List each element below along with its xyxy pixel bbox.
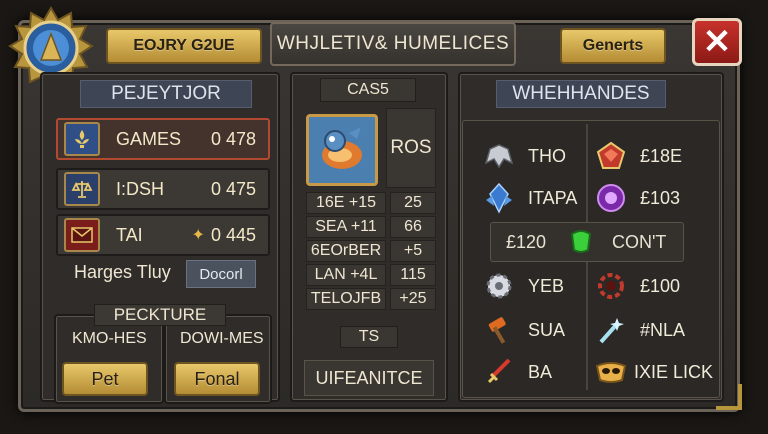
star-icon: ✦ xyxy=(191,227,205,244)
list-item[interactable]: GAMES 0 478 xyxy=(56,118,270,160)
row-name: GAMES xyxy=(116,128,182,149)
red-gem-icon xyxy=(592,138,630,174)
wand-icon xyxy=(592,312,630,348)
left-panel-title: PEJEYTJOR xyxy=(80,80,252,108)
col-label-right: DOWI-MES xyxy=(180,330,264,347)
creature-icon xyxy=(322,127,362,169)
list-item[interactable]: #NLA xyxy=(592,312,685,348)
list-item[interactable]: YEB xyxy=(480,268,564,304)
close-icon: ✕ xyxy=(702,23,732,61)
list-item[interactable]: THO xyxy=(480,138,566,174)
center-left-value: £120 xyxy=(506,232,547,252)
stat-value: 115 xyxy=(390,264,436,286)
helm-icon xyxy=(480,138,518,174)
side-label: ROS xyxy=(386,108,436,188)
green-gem-icon xyxy=(566,226,596,261)
list-item[interactable]: SUA xyxy=(480,312,565,348)
list-item[interactable]: TAI ✦ 0 445 xyxy=(56,214,270,256)
middle-panel-title: CAS5 xyxy=(320,78,416,102)
item-label: IXIE LICK xyxy=(634,361,714,382)
stat-value: +5 xyxy=(390,240,436,262)
row-name: I:DSH xyxy=(116,178,165,199)
list-item[interactable]: £18E xyxy=(592,138,682,174)
item-label: £18E xyxy=(640,145,683,166)
item-label: BA xyxy=(528,361,553,382)
center-right-value: CON'T xyxy=(612,232,667,252)
stat-label: SEA +11 xyxy=(306,216,386,238)
window-title: WHJLETIV& HUMELICES xyxy=(270,22,516,66)
list-item[interactable]: ITAPA xyxy=(480,180,577,216)
item-label: ITAPA xyxy=(528,187,578,208)
stat-label: TELOJFB xyxy=(306,288,386,310)
creature-portrait[interactable] xyxy=(306,114,378,186)
list-item[interactable]: £103 xyxy=(592,180,680,216)
row-value: 0 478 xyxy=(210,128,256,149)
gear-icon xyxy=(480,268,518,304)
purple-orb-icon xyxy=(592,180,630,216)
row-name: TAI xyxy=(116,224,143,245)
envelope-icon xyxy=(64,218,100,252)
row-value: 0 445 xyxy=(210,224,256,245)
red-cog-icon xyxy=(592,268,630,304)
mask-icon xyxy=(592,354,630,390)
item-label: #NLA xyxy=(640,319,686,340)
item-label: SUA xyxy=(528,319,566,340)
corner-ornament xyxy=(716,384,742,410)
scales-icon xyxy=(64,172,100,206)
footer-button[interactable]: Docorl xyxy=(186,260,256,288)
close-button[interactable]: ✕ xyxy=(692,18,742,66)
list-item[interactable]: IXIE LICK xyxy=(592,354,713,390)
header-left-pill[interactable]: EOJRY G2UE xyxy=(106,28,262,64)
col-label-left: KMO-HES xyxy=(72,330,147,347)
pet-button[interactable]: Pet xyxy=(62,362,148,396)
stat-label: 16E +15 xyxy=(306,192,386,214)
item-label: YEB xyxy=(528,275,565,296)
right-panel-title: WHEHHANDES xyxy=(496,80,666,108)
list-item[interactable]: BA xyxy=(480,354,552,390)
footer-tag: TS xyxy=(340,326,398,348)
item-label: THO xyxy=(528,145,566,166)
header-right-pill[interactable]: Generts xyxy=(560,28,666,64)
sword-icon xyxy=(480,354,518,390)
item-label: £103 xyxy=(640,187,681,208)
fleur-icon xyxy=(64,122,100,156)
stat-value: 25 xyxy=(390,192,436,214)
blue-crystal-icon xyxy=(480,180,518,216)
stat-label: LAN +4L xyxy=(306,264,386,286)
uifeanitce-button[interactable]: UIFEANITCE xyxy=(304,360,434,396)
picture-title: PECKTURE xyxy=(94,304,226,326)
item-label: £100 xyxy=(640,275,681,296)
fonal-button[interactable]: Fonal xyxy=(174,362,260,396)
list-item[interactable]: I:DSH 0 475 xyxy=(56,168,270,210)
footer-label: Harges Tluy xyxy=(74,262,171,282)
stat-value: +25 xyxy=(390,288,436,310)
hammer-icon xyxy=(480,312,518,348)
list-item[interactable]: £100 xyxy=(592,268,680,304)
stat-label: 6EOrBER xyxy=(306,240,386,262)
stat-value: 66 xyxy=(390,216,436,238)
row-value: 0 475 xyxy=(210,178,256,199)
